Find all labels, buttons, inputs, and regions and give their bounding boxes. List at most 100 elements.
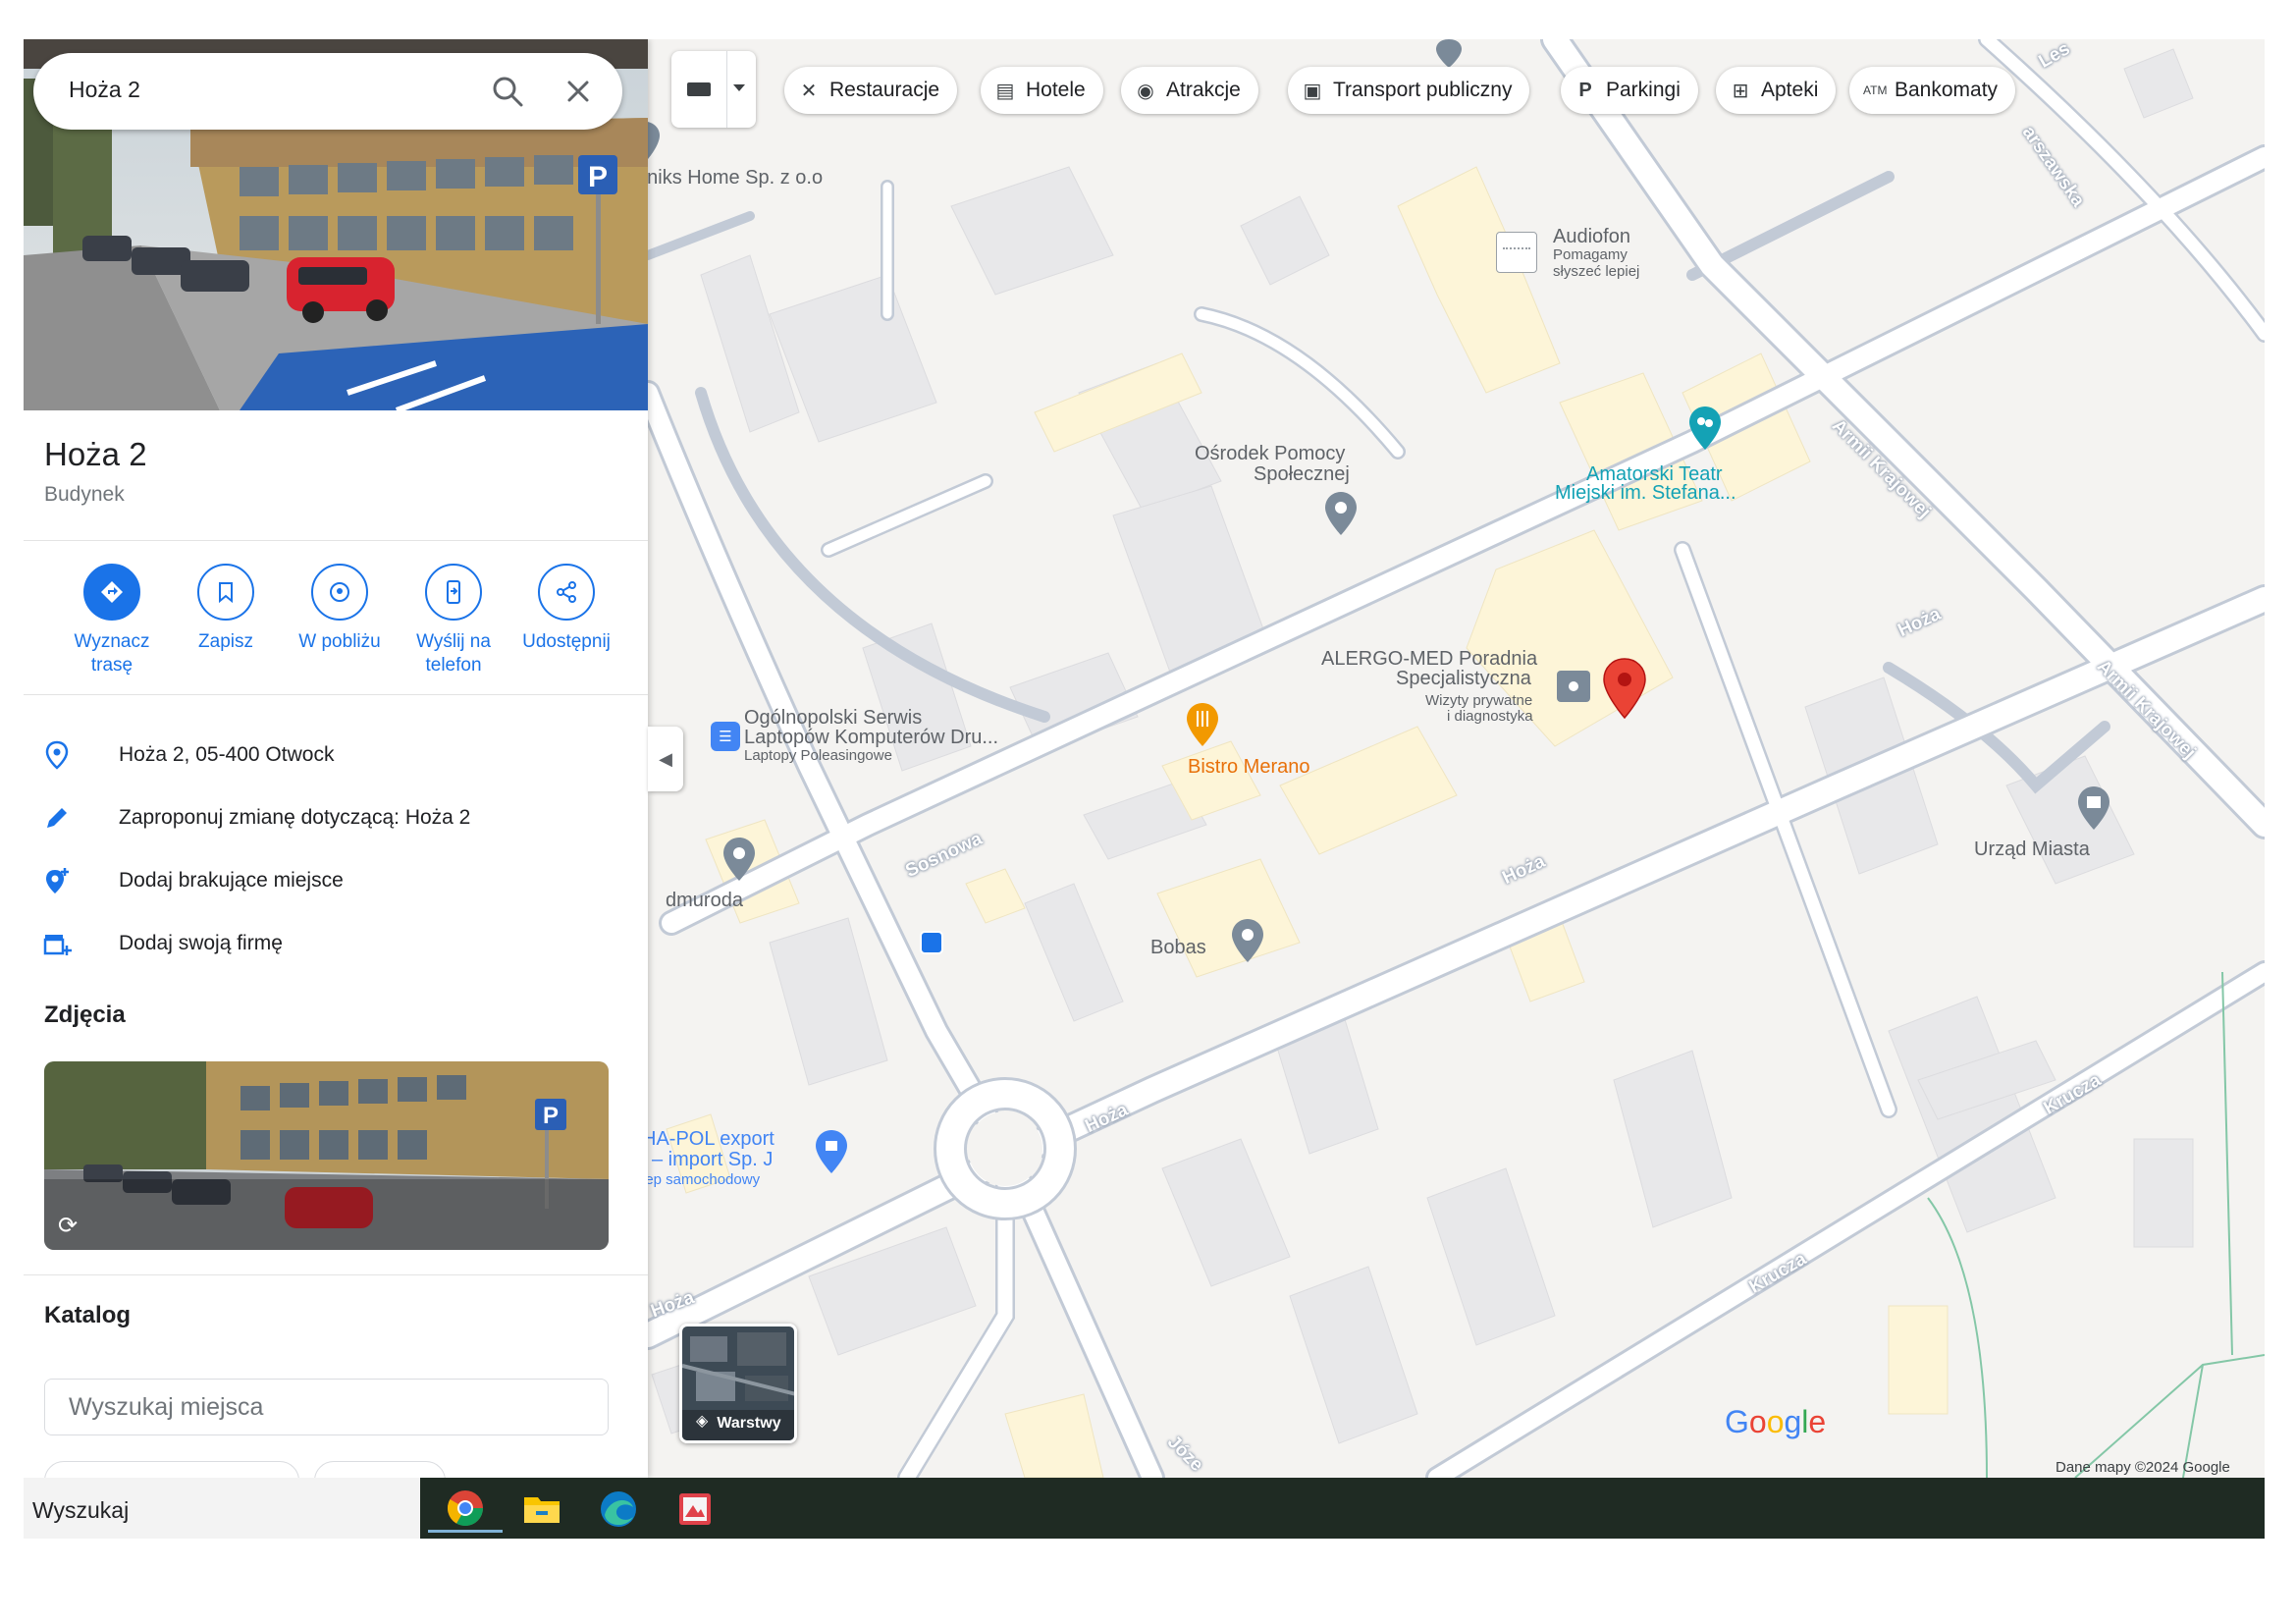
chrome-icon[interactable] <box>428 1486 503 1533</box>
bus-stop-icon[interactable] <box>920 931 943 954</box>
poi-pin-bistro[interactable] <box>1185 702 1220 747</box>
address-row[interactable]: Hoża 2, 05-400 Otwock <box>24 730 648 781</box>
save-button[interactable]: Zapisz <box>172 564 280 654</box>
chip-hotels[interactable]: ▤ Hotele <box>981 67 1103 114</box>
add-missing-place-text: Dodaj brakujące miejsce <box>119 869 344 892</box>
poi-pin-bobas[interactable] <box>1231 918 1264 963</box>
pharmacy-icon: ⊞ <box>1732 80 1749 102</box>
directions-icon <box>101 581 123 603</box>
poi-label-alergo[interactable]: ALERGO-MED Poradnia <box>1321 649 1537 669</box>
bookmark-icon <box>219 582 233 604</box>
chevron-left-icon: ◀ <box>659 748 672 769</box>
street-view-360-icon: ⟳ <box>58 1213 79 1239</box>
fork-knife-icon: ✕ <box>800 80 818 102</box>
poi-label-teatr-2[interactable]: Miejski im. Stefana... <box>1555 483 1736 503</box>
share-label: Udostępnij <box>522 631 611 652</box>
suggest-edit-row[interactable]: Zaproponuj zmianę dotyczącą: Hoża 2 <box>24 792 648 843</box>
search-input[interactable]: Hoża 2 <box>69 77 140 103</box>
poi-pin-teatr[interactable] <box>1687 406 1723 451</box>
photo-thumbnail[interactable]: P ⟳ <box>44 1061 609 1250</box>
svg-text:P: P <box>588 161 608 193</box>
chip-restaurants[interactable]: ✕ Restauracje <box>784 67 958 114</box>
add-missing-place-row[interactable]: Dodaj brakujące miejsce <box>24 855 648 906</box>
edge-icon[interactable] <box>581 1486 656 1533</box>
add-business-text: Dodaj swoją firmę <box>119 932 283 954</box>
catalog-chip[interactable] <box>314 1461 446 1478</box>
poi-label-dmuroda[interactable]: dmuroda <box>666 891 743 910</box>
poi-label-teatr[interactable]: Amatorski Teatr <box>1586 464 1723 484</box>
poi-sublabel-audiofon: Pomagamy <box>1553 246 1628 263</box>
add-place-icon <box>46 868 69 893</box>
poi-label-bistro-merano[interactable]: Bistro Merano <box>1188 757 1310 777</box>
directions-button[interactable]: Wyznacz trasę <box>58 564 166 677</box>
poi-pin-dmuroda[interactable] <box>722 837 756 882</box>
nearby-icon <box>330 582 349 602</box>
file-explorer-icon[interactable] <box>505 1486 579 1533</box>
chip-atms[interactable]: ATM Bankomaty <box>1849 67 2016 114</box>
poi-label-serwis-2[interactable]: Laptopów Komputerów Dru... <box>744 728 998 747</box>
divider <box>24 540 648 541</box>
chip-parking[interactable]: P Parkingi <box>1561 67 1698 114</box>
poi-sublabel-serwis: Laptopy Poleasingowe <box>744 747 892 764</box>
poi-sublabel-audiofon-2: słyszeć lepiej <box>1553 263 1640 280</box>
poi-pin-hapol[interactable] <box>815 1129 848 1174</box>
photo-app-icon[interactable] <box>658 1486 732 1533</box>
chevron-down-icon <box>733 84 745 91</box>
poi-pin-edge[interactable] <box>648 122 662 161</box>
map-attribution[interactable]: Dane mapy ©2024 Google <box>2056 1459 2230 1476</box>
parking-icon: P <box>1578 79 1592 101</box>
add-business-row[interactable]: Dodaj swoją firmę <box>24 918 648 969</box>
share-button[interactable]: Udostępnij <box>512 564 620 654</box>
pencil-icon <box>47 808 67 828</box>
send-to-phone-icon <box>447 580 460 604</box>
audiofon-icon[interactable] <box>1496 232 1537 273</box>
send-to-phone-button[interactable]: Wyślij na telefon <box>400 564 507 677</box>
divider <box>24 1274 648 1275</box>
nearby-button[interactable]: W pobliżu <box>286 564 394 654</box>
google-logo: Google <box>1725 1404 1827 1439</box>
collapse-panel-button[interactable]: ◀ <box>648 727 683 791</box>
search-box[interactable]: Hoża 2 <box>33 53 622 130</box>
shopping-bag-icon[interactable]: ☰ <box>711 722 740 751</box>
layers-label: Warstwy <box>717 1415 781 1432</box>
search-icon[interactable] <box>489 73 526 110</box>
add-business-icon <box>43 935 72 955</box>
poi-pin-osrodek[interactable] <box>1324 491 1358 536</box>
catalog-heading: Katalog <box>44 1302 132 1328</box>
medical-icon[interactable] <box>1557 671 1590 702</box>
divider <box>24 694 648 695</box>
poi-label-hapol-2[interactable]: – import Sp. J <box>652 1150 773 1169</box>
nearby-label: W pobliżu <box>298 631 381 652</box>
poi-label-hapol[interactable]: HA-POL export <box>642 1129 774 1149</box>
taskbar-search[interactable]: Wyszukaj <box>24 1478 420 1539</box>
chip-attractions[interactable]: ◉ Atrakcje <box>1121 67 1258 114</box>
poi-label-osrodek-2[interactable]: Społecznej <box>1254 464 1350 484</box>
poi-label-urzad-miasta[interactable]: Urząd Miasta <box>1974 839 2090 859</box>
poi-label-alergo-2[interactable]: Specjalistyczna <box>1396 669 1531 688</box>
poi-label-bobas[interactable]: Bobas <box>1150 938 1206 957</box>
layers-button[interactable]: ◈ Warstwy <box>679 1324 797 1443</box>
send-to-phone-label: Wyślij na telefon <box>416 631 491 676</box>
selected-place-pin[interactable] <box>1602 658 1647 719</box>
catalog-chip[interactable] <box>44 1461 299 1478</box>
close-icon[interactable] <box>560 73 597 110</box>
poi-sublabel-hapol: lep samochodowy <box>642 1171 761 1188</box>
suggest-edit-text: Zaproponuj zmianę dotyczącą: Hoża 2 <box>119 806 471 829</box>
poi-label-tekniks[interactable]: eniks Home Sp. z o.o <box>636 168 823 188</box>
poi-pin-urzad-miasta[interactable] <box>2077 785 2110 831</box>
input-tools-button[interactable] <box>671 51 756 128</box>
camera-icon: ◉ <box>1137 80 1154 102</box>
place-category[interactable]: Budynek <box>44 483 125 507</box>
catalog-search-input[interactable]: Wyszukaj miejsca <box>44 1379 609 1435</box>
location-pin-icon <box>45 740 69 770</box>
poi-label-serwis[interactable]: Ogólnopolski Serwis <box>744 708 922 728</box>
keyboard-icon <box>687 82 711 96</box>
chip-pharmacies[interactable]: ⊞ Apteki <box>1716 67 1837 114</box>
taskbar: Wyszukaj <box>24 1478 2265 1539</box>
poi-pin-top[interactable] <box>1434 39 1464 69</box>
poi-sublabel-alergo: Wizyty prywatne <box>1425 692 1533 709</box>
chip-public-transport[interactable]: ▣ Transport publiczny <box>1288 67 1530 114</box>
screen: Sosnowa Hoża Hoża Hoża Hoża Armii Krajow… <box>24 39 2265 1539</box>
poi-label-osrodek[interactable]: Ośrodek Pomocy <box>1195 444 1345 463</box>
poi-label-audiofon[interactable]: Audiofon <box>1553 227 1630 246</box>
